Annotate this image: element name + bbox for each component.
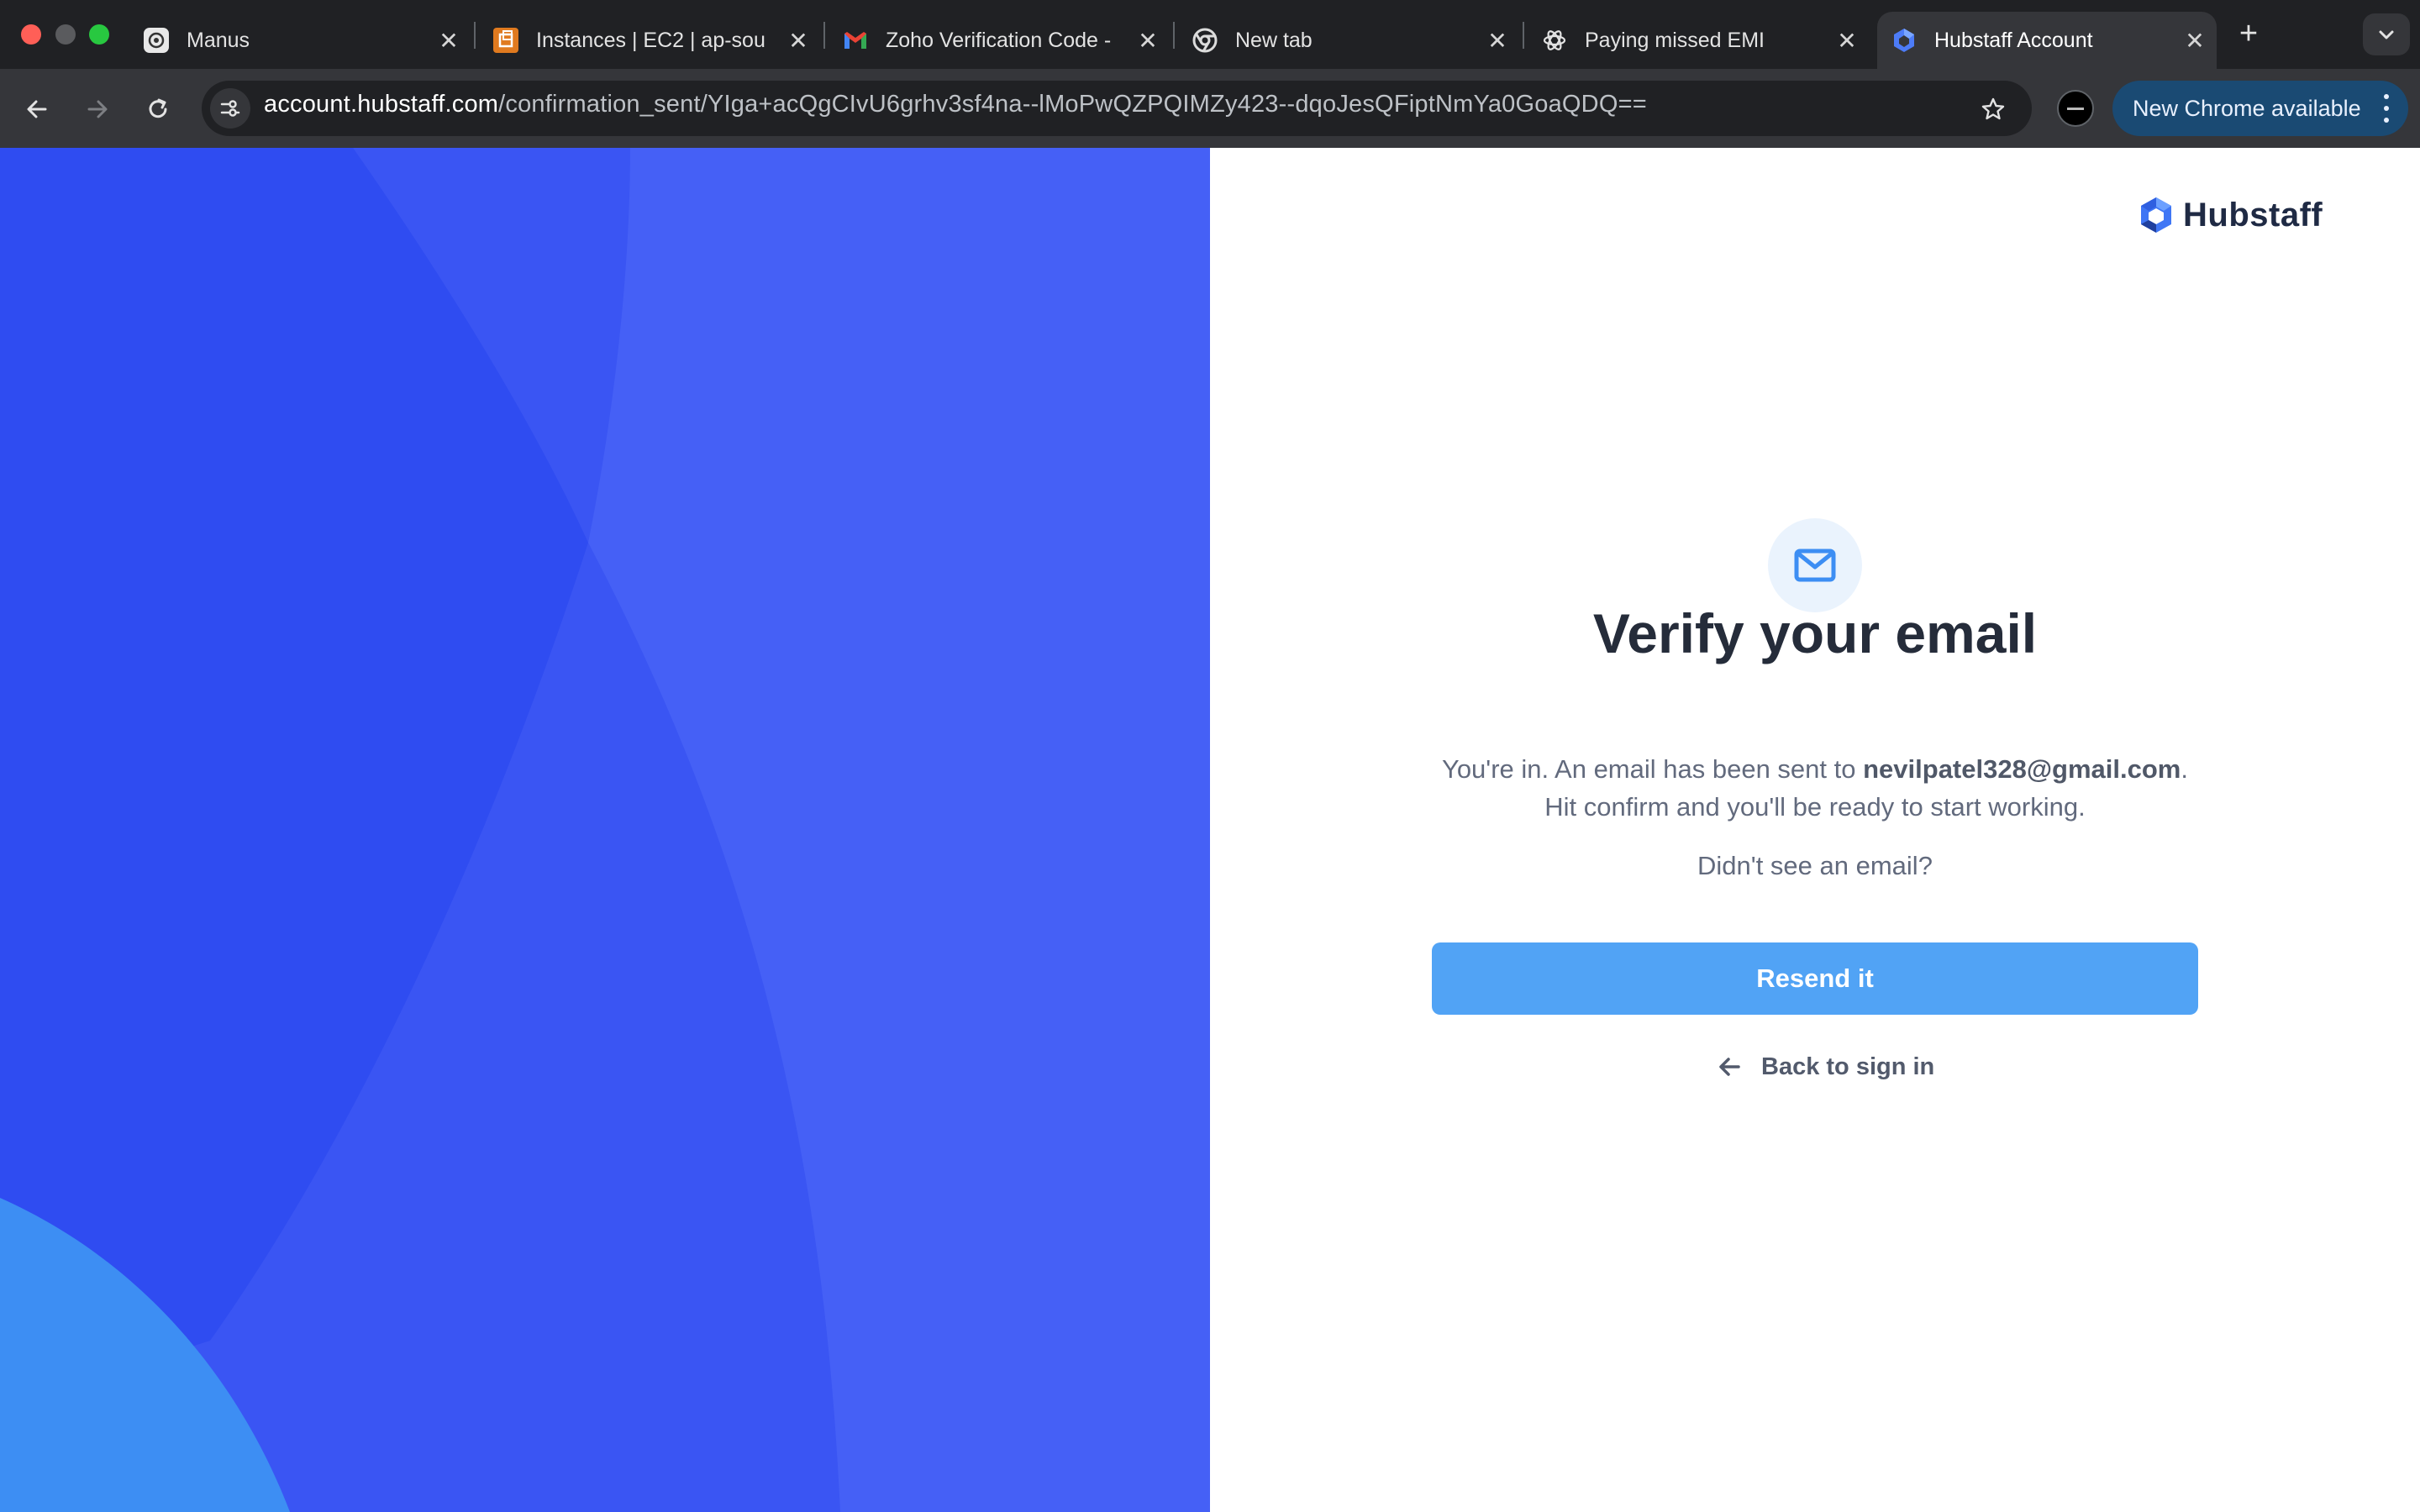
url-host: account.hubstaff.com [264, 91, 499, 118]
forward-button[interactable] [77, 89, 118, 129]
site-info-button[interactable] [210, 88, 250, 129]
extension-icon[interactable] [2057, 90, 2094, 127]
tab-ec2-instances[interactable]: Instances | EC2 | ap-sou ✕ [492, 12, 812, 69]
confirm-instruction: Hit confirm and you'll be ready to start… [1544, 792, 2086, 822]
bookmark-button[interactable] [1973, 89, 2013, 129]
no-email-prompt: Didn't see an email? [1697, 851, 1933, 880]
tab-gmail-zoho[interactable]: Zoho Verification Code - ✕ [842, 12, 1161, 69]
tab-divider [1173, 22, 1175, 49]
page-viewport: Hubstaff Verify your email You're in. An… [0, 148, 2420, 1512]
reload-button[interactable] [138, 89, 178, 129]
url-text[interactable]: account.hubstaff.com/confirmation_sent/Y… [264, 91, 1647, 118]
hubstaff-icon [1891, 27, 1918, 54]
window-zoom-button[interactable] [89, 24, 109, 45]
tab-title: Hubstaff Account [1934, 28, 2093, 52]
verify-email-panel: Hubstaff Verify your email You're in. An… [1210, 148, 2420, 1512]
star-icon [1981, 97, 2005, 120]
window-minimize-button[interactable] [55, 24, 76, 45]
tab-divider [1523, 22, 1524, 49]
back-to-sign-in-link[interactable]: Back to sign in [1714, 1050, 1934, 1084]
chevron-down-icon [2379, 30, 2394, 39]
chrome-update-button[interactable]: New Chrome available [2112, 81, 2408, 136]
openai-icon [1541, 27, 1568, 54]
mail-badge [1768, 518, 1862, 612]
tune-icon [220, 100, 240, 117]
arrow-left-icon [1714, 1052, 1744, 1082]
sent-message-suffix: . [2181, 754, 2189, 784]
tab-new-tab[interactable]: New tab ✕ [1192, 12, 1511, 69]
tab-manus[interactable]: Manus ✕ [143, 12, 462, 69]
tab-chatgpt-emi[interactable]: Paying missed EMI ✕ [1541, 12, 1860, 69]
chrome-icon [1192, 27, 1218, 54]
update-label: New Chrome available [2133, 95, 2361, 121]
resend-button[interactable]: Resend it [1432, 942, 2198, 1015]
tab-close-icon[interactable]: ✕ [1484, 27, 1511, 54]
new-tab-button[interactable]: + [2232, 17, 2265, 50]
url-path: /confirmation_sent/YIga+acQgCIvU6grhv3sf… [498, 91, 1647, 118]
sent-message-prefix: You're in. An email has been sent to [1441, 754, 1864, 784]
hubstaff-logo[interactable]: Hubstaff [2136, 195, 2323, 235]
arrow-right-icon [87, 100, 108, 118]
aws-ec2-icon [492, 27, 519, 54]
hero-illustration [0, 148, 1210, 1512]
tab-close-icon[interactable]: ✕ [1833, 27, 1860, 54]
tab-search-button[interactable] [2363, 13, 2410, 55]
tab-title: New tab [1235, 28, 1313, 52]
tab-title: Zoho Verification Code - [886, 28, 1112, 52]
hero-background-shapes [0, 148, 1210, 1512]
reload-icon [149, 98, 167, 118]
envelope-icon [1794, 549, 1836, 582]
window-close-button[interactable] [21, 24, 41, 45]
sent-message: You're in. An email has been sent to nev… [1210, 754, 2420, 785]
back-button[interactable] [17, 89, 57, 129]
tab-divider [474, 22, 476, 49]
hubstaff-logo-icon [2141, 197, 2171, 233]
recipient-email: nevilpatel328@gmail.com [1863, 754, 2181, 784]
tab-hubstaff-account[interactable]: Hubstaff Account ✕ [1877, 12, 2217, 69]
tab-close-icon[interactable]: ✕ [785, 27, 812, 54]
tab-title: Paying missed EMI [1585, 28, 1765, 52]
manus-icon [143, 27, 170, 54]
brand-wordmark: Hubstaff [2183, 196, 2323, 234]
arrow-left-icon [27, 100, 47, 118]
tab-close-icon[interactable]: ✕ [1134, 27, 1161, 54]
tab-close-icon[interactable]: ✕ [2181, 27, 2208, 54]
resend-label: Resend it [1756, 963, 1874, 993]
tab-title: Manus [187, 28, 250, 52]
gmail-icon [842, 27, 869, 54]
more-options-icon[interactable] [2383, 94, 2390, 123]
tab-divider [823, 22, 825, 49]
page-title: Verify your email [1592, 602, 2038, 664]
tab-close-icon[interactable]: ✕ [435, 27, 462, 54]
back-to-sign-in-label: Back to sign in [1761, 1053, 1935, 1080]
tab-title: Instances | EC2 | ap-sou [536, 28, 765, 52]
